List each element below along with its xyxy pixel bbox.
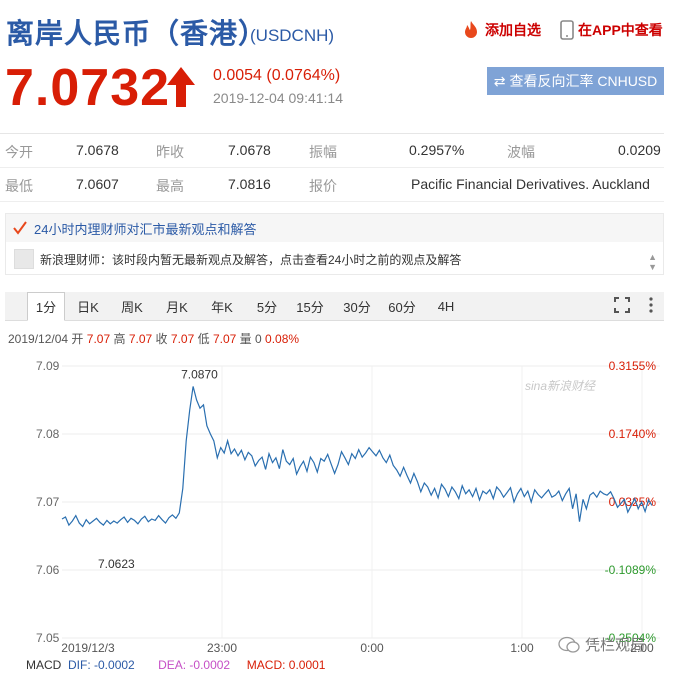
tab-yearly[interactable]: 年K	[205, 292, 239, 321]
x-tick-label: 0:00	[360, 641, 384, 655]
current-price: 7.0732	[5, 59, 171, 117]
ohlc-open-label: 开	[71, 332, 84, 346]
ohlc-low-label: 低	[197, 332, 210, 346]
title-row: 离岸人民币（香港） (USDCNH) 添加自选 在APP中查看	[0, 0, 678, 62]
macd-title: MACD	[26, 658, 62, 672]
stat-label: 今开	[5, 144, 33, 160]
tab-60min[interactable]: 60分	[385, 292, 419, 321]
macd-readout: MACD DIF: -0.0002 DEA: -0.0002 MACD: 0.0…	[26, 658, 325, 672]
news-message: 新浪理财师：该时段内暂无最新观点及解答，点击查看24小时之前的观点及解答	[40, 252, 462, 267]
ohlc-close: 7.07	[170, 332, 195, 346]
avatar	[14, 249, 34, 269]
view-in-app-button[interactable]: 在APP中查看	[560, 20, 663, 40]
stat-label: 最低	[5, 178, 33, 194]
pct-tick-label: -0.1089%	[605, 563, 657, 577]
stat-value: 7.0678	[228, 142, 271, 158]
ohlc-date: 2019/12/04	[8, 332, 69, 346]
add-favorite-label: 添加自选	[485, 22, 541, 38]
stat-label: 最高	[156, 178, 184, 194]
ohlc-high: 7.07	[128, 332, 153, 346]
up-arrow-icon	[167, 67, 195, 107]
ohlc-close-label: 收	[155, 332, 168, 346]
ohlc-pct: 0.08%	[265, 332, 300, 346]
y-tick-label: 7.08	[36, 427, 60, 441]
phone-icon	[560, 20, 574, 40]
macd-dif: DIF: -0.0002	[68, 658, 135, 672]
ohlc-readout: 2019/12/04 开 7.07 高 7.07 收 7.07 低 7.07 量…	[8, 330, 299, 347]
stat-value: 7.0607	[76, 176, 119, 192]
macd-value: MACD: 0.0001	[246, 658, 326, 672]
stat-label: 昨收	[156, 144, 184, 160]
chevron-down-icon[interactable]: ▼	[648, 262, 657, 272]
view-in-app-label: 在APP中查看	[578, 22, 663, 38]
news-header: 24小时内理财师对汇市最新观点和解答	[6, 214, 663, 242]
x-tick-label: 2019/12/3	[61, 641, 115, 655]
pct-axis: 0.3155%0.1740%0.0325%-0.1089%-0.2504%	[605, 359, 657, 645]
ohlc-volume-label: 量	[239, 332, 252, 346]
stat-label: 波幅	[507, 144, 535, 160]
macd-dea: DEA: -0.0002	[158, 658, 231, 672]
news-item[interactable]: 新浪理财师：该时段内暂无最新观点及解答，点击查看24小时之前的观点及解答	[6, 244, 663, 274]
account-watermark: 凭栏观局	[558, 634, 645, 655]
stat-label: 报价	[309, 178, 337, 194]
x-tick-label: 1:00	[510, 641, 534, 655]
news-heading: 24小时内理财师对汇市最新观点和解答	[34, 221, 257, 237]
fullscreen-icon[interactable]	[614, 297, 630, 313]
tab-daily[interactable]: 日K	[71, 292, 105, 321]
price-change: 0.0054 (0.0764%)	[213, 67, 341, 84]
swap-icon: ⇄	[493, 72, 506, 89]
reverse-rate-label: 查看反向汇率 CNHUSD	[509, 73, 658, 89]
pct-tick-label: 0.1740%	[609, 427, 657, 441]
stats-row: 最低 7.0607 最高 7.0816 报价 Pacific Financial…	[0, 168, 664, 202]
y-tick-label: 7.05	[36, 631, 60, 645]
chart-watermark: sina新浪财经	[525, 379, 597, 393]
check-icon	[13, 221, 27, 235]
y-tick-label: 7.07	[36, 495, 60, 509]
fire-icon	[465, 21, 477, 38]
price-line	[61, 386, 653, 528]
account-name: 凭栏观局	[585, 637, 646, 654]
y-tick-label: 7.09	[36, 359, 60, 373]
add-favorite-button[interactable]: 添加自选	[461, 20, 541, 40]
reverse-rate-button[interactable]: ⇄ 查看反向汇率 CNHUSD	[487, 67, 664, 95]
page-title: 离岸人民币（香港）	[6, 18, 268, 49]
tab-5min[interactable]: 5分	[252, 292, 282, 321]
pct-tick-label: 0.3155%	[609, 359, 657, 373]
period-tabs: 1分 日K 周K 月K 年K 5分 15分 30分 60分 4H	[5, 292, 664, 321]
tab-1min[interactable]: 1分	[27, 292, 65, 321]
stat-value: 7.0816	[228, 176, 271, 192]
price-chart[interactable]: 7.097.087.077.067.05 0.3155%0.1740%0.032…	[0, 348, 678, 662]
ohlc-low: 7.07	[212, 332, 237, 346]
ohlc-open: 7.07	[86, 332, 111, 346]
quote-timestamp: 2019-12-04 09:41:14	[213, 90, 343, 106]
high-annotation: 7.0870	[181, 367, 218, 381]
ohlc-volume: 0	[255, 332, 262, 346]
news-scroll-control[interactable]: ▲ ▼	[648, 218, 657, 272]
stat-value: Pacific Financial Derivatives. Auckland	[411, 176, 650, 192]
tab-monthly[interactable]: 月K	[160, 292, 194, 321]
advisor-news-box[interactable]: 24小时内理财师对汇市最新观点和解答 新浪理财师：该时段内暂无最新观点及解答，点…	[5, 213, 664, 275]
x-tick-label: 23:00	[207, 641, 237, 655]
ohlc-high-label: 高	[113, 332, 126, 346]
stat-label: 振幅	[309, 144, 337, 160]
tab-weekly[interactable]: 周K	[115, 292, 149, 321]
chevron-up-icon[interactable]: ▲	[648, 252, 657, 262]
low-annotation: 7.0623	[98, 557, 135, 571]
stat-value: 7.0678	[76, 142, 119, 158]
stats-table: 今开 7.0678 昨收 7.0678 振幅 0.2957% 波幅 0.0209…	[0, 133, 664, 202]
more-icon[interactable]	[648, 297, 654, 313]
chart-tools	[614, 297, 654, 313]
tab-30min[interactable]: 30分	[340, 292, 374, 321]
stat-value: 0.0209	[618, 142, 661, 158]
tab-15min[interactable]: 15分	[293, 292, 327, 321]
y-axis: 7.09 7.08 7.07 7.06 7.05	[36, 359, 60, 645]
tab-4h[interactable]: 4H	[431, 292, 461, 321]
wechat-icon	[558, 636, 580, 653]
chart-grid	[62, 365, 660, 639]
stats-row: 今开 7.0678 昨收 7.0678 振幅 0.2957% 波幅 0.0209	[0, 134, 664, 168]
symbol-label: (USDCNH)	[250, 26, 335, 45]
stat-value: 0.2957%	[409, 142, 465, 158]
y-tick-label: 7.06	[36, 563, 60, 577]
